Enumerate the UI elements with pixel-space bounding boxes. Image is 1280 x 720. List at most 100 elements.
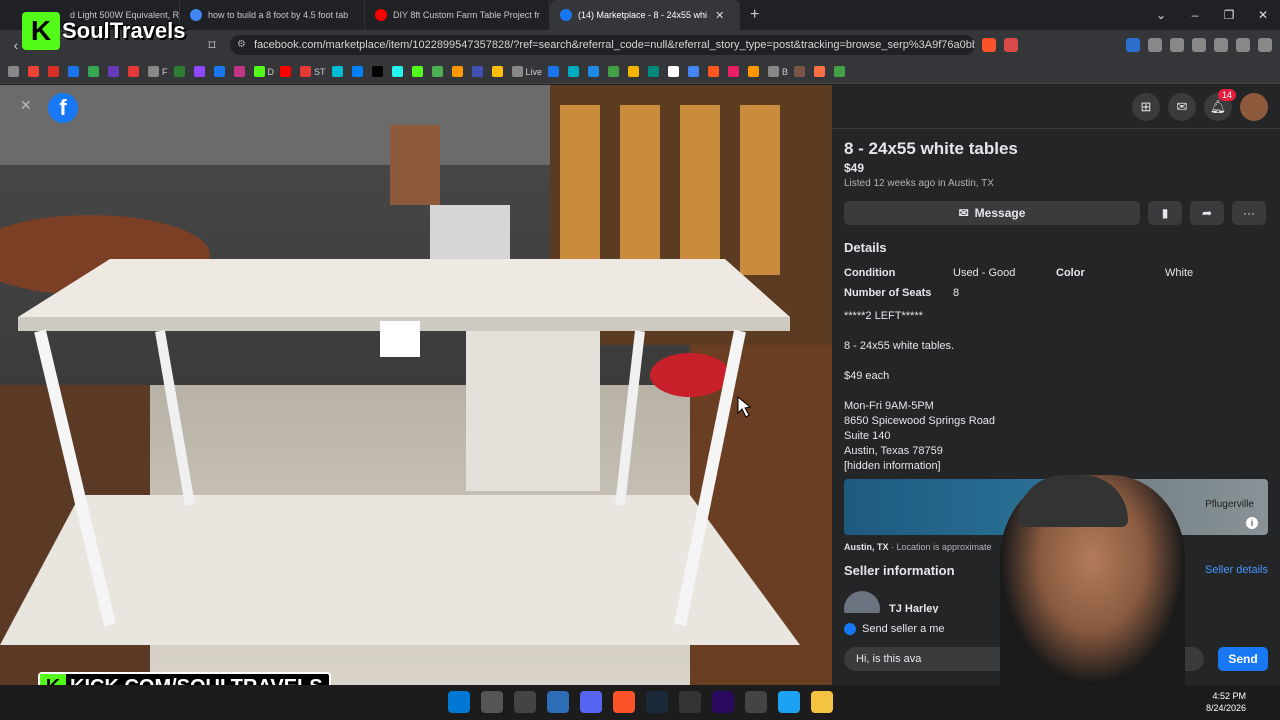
bookmark-item-d[interactable]: D <box>253 66 274 77</box>
profile-avatar[interactable] <box>1240 93 1268 121</box>
maximize-icon[interactable]: ❐ <box>1212 8 1246 22</box>
extension-icon[interactable] <box>1126 38 1140 52</box>
system-clock[interactable]: 4:52 PM 8/24/2026 <box>1206 690 1246 714</box>
bookmark-item[interactable] <box>108 66 122 77</box>
bookmark-folder-b[interactable]: B <box>768 66 788 77</box>
seller-details-link[interactable]: Seller details <box>1205 564 1268 576</box>
bookmark-item[interactable] <box>193 66 208 77</box>
tab-google-search[interactable]: how to build a 8 foot by 4.5 foot tab <box>180 0 365 30</box>
bookmark-item[interactable] <box>68 66 82 77</box>
edge-icon[interactable] <box>778 691 800 713</box>
tab-youtube-video[interactable]: DIY 8ft Custom Farm Table Project fr <box>365 0 550 30</box>
notifications-bell-icon[interactable]: 🔔︎ 14 <box>1204 89 1236 121</box>
close-window-icon[interactable]: ✕ <box>1246 8 1280 22</box>
bookmark-item[interactable] <box>491 66 506 77</box>
menu-icon[interactable] <box>1258 38 1272 52</box>
brave-rewards-icon[interactable] <box>1004 38 1018 52</box>
file-explorer-icon[interactable] <box>811 691 833 713</box>
bookmark-item[interactable] <box>588 66 602 77</box>
bookmark-item[interactable] <box>628 66 642 77</box>
minimize-icon[interactable]: – <box>1178 8 1212 22</box>
youtube-icon <box>375 9 387 21</box>
windows-taskbar: 4:52 PM 8/24/2026 <box>0 685 1280 720</box>
bookmark-item[interactable] <box>748 66 762 77</box>
color-value: White <box>1165 267 1194 279</box>
send-button[interactable]: Send <box>1218 647 1268 671</box>
bookmark-item[interactable] <box>173 66 188 77</box>
bookmark-save-icon: ▮ <box>1161 206 1169 220</box>
task-view-icon[interactable] <box>481 691 503 713</box>
photos-icon[interactable] <box>547 691 569 713</box>
brave-shield-icon[interactable] <box>982 38 996 52</box>
close-tab-icon[interactable]: ✕ <box>715 9 724 22</box>
bookmark-item[interactable] <box>331 66 346 77</box>
bookmark-item[interactable] <box>548 66 562 77</box>
bookmark-item[interactable] <box>451 66 466 77</box>
bookmark-item[interactable] <box>128 66 142 77</box>
tab-marketplace[interactable]: (14) Marketplace - 8 - 24x55 whi ✕ <box>550 0 740 30</box>
listing-title: 8 - 24x55 white tables <box>844 139 1018 158</box>
tab-list-icon[interactable]: ⌄ <box>1144 8 1178 22</box>
bookmark-item[interactable] <box>794 66 808 77</box>
premiere-icon[interactable] <box>712 691 734 713</box>
bookmark-folder-live[interactable]: Live <box>511 66 542 77</box>
bookmark-item[interactable] <box>28 66 42 77</box>
obs-icon[interactable] <box>745 691 767 713</box>
bookmark-item[interactable] <box>688 66 702 77</box>
bookmark-item[interactable] <box>608 66 622 77</box>
bookmark-folder-f[interactable]: F <box>148 66 168 77</box>
bookmark-item-st[interactable]: ST <box>300 66 326 77</box>
bookmark-item[interactable] <box>668 66 682 77</box>
seats-label: Number of Seats <box>844 287 932 299</box>
url-input[interactable]: ⚙ facebook.com/marketplace/item/10228995… <box>230 35 975 55</box>
location-note: · Location is approximate <box>888 542 992 552</box>
new-tab-icon[interactable]: + <box>740 6 769 24</box>
bookmark-item[interactable] <box>351 66 366 77</box>
bookmark-item[interactable] <box>391 66 406 77</box>
bookmark-item[interactable] <box>834 66 848 77</box>
bookmark-item[interactable] <box>88 66 102 77</box>
bookmark-item[interactable] <box>213 66 228 77</box>
bookmark-item[interactable] <box>728 66 742 77</box>
menu-grid-icon[interactable]: ⊞ <box>1132 93 1160 121</box>
seller-heading: Seller information <box>844 563 955 578</box>
save-button[interactable]: ▮ <box>1148 201 1182 225</box>
bookmark-item[interactable] <box>568 66 582 77</box>
site-info-icon[interactable]: ⚙ <box>237 35 246 55</box>
bookmark-item[interactable] <box>280 66 294 77</box>
app-icon[interactable] <box>679 691 701 713</box>
share-button[interactable]: ➦ <box>1190 201 1224 225</box>
wallet-icon[interactable] <box>1214 38 1228 52</box>
windows-start-icon[interactable] <box>448 691 470 713</box>
tab-label: (14) Marketplace - 8 - 24x55 whi <box>578 10 708 20</box>
message-button[interactable]: ✉ Message <box>844 201 1140 225</box>
app-icon[interactable] <box>514 691 536 713</box>
apps-icon[interactable] <box>8 66 22 77</box>
bookmark-item[interactable] <box>371 66 386 77</box>
bookmark-item[interactable] <box>648 66 662 77</box>
facebook-logo-icon[interactable]: f <box>48 93 78 123</box>
bookmark-item[interactable] <box>471 66 486 77</box>
close-viewer-icon[interactable]: ✕ <box>20 97 32 114</box>
bookmark-item[interactable] <box>708 66 722 77</box>
vpn-icon[interactable] <box>1236 38 1250 52</box>
messenger-icon[interactable]: ✉ <box>1168 93 1196 121</box>
bookmark-item[interactable] <box>431 66 446 77</box>
more-button[interactable]: ··· <box>1232 201 1266 225</box>
bookmark-item[interactable] <box>48 66 62 77</box>
sidebar-icon[interactable] <box>1192 38 1206 52</box>
listing-photo-viewer[interactable]: ✕ f <box>0 85 832 685</box>
bookmark-item[interactable] <box>411 66 426 77</box>
discord-icon[interactable] <box>580 691 602 713</box>
bookmark-icon[interactable]: ⌑ <box>200 37 224 54</box>
map-info-icon[interactable]: i <box>1246 517 1258 529</box>
address-bar-row: ‹ ⌑ ⚙ facebook.com/marketplace/item/1022… <box>0 30 1280 60</box>
brave-icon[interactable] <box>613 691 635 713</box>
bookmark-item[interactable] <box>814 66 828 77</box>
bookmark-item[interactable] <box>233 66 248 77</box>
media-icon[interactable] <box>1170 38 1184 52</box>
steam-icon[interactable] <box>646 691 668 713</box>
more-dots-icon: ··· <box>1243 206 1255 220</box>
puzzle-icon[interactable] <box>1148 38 1162 52</box>
kick-logo-icon: K <box>22 12 60 50</box>
